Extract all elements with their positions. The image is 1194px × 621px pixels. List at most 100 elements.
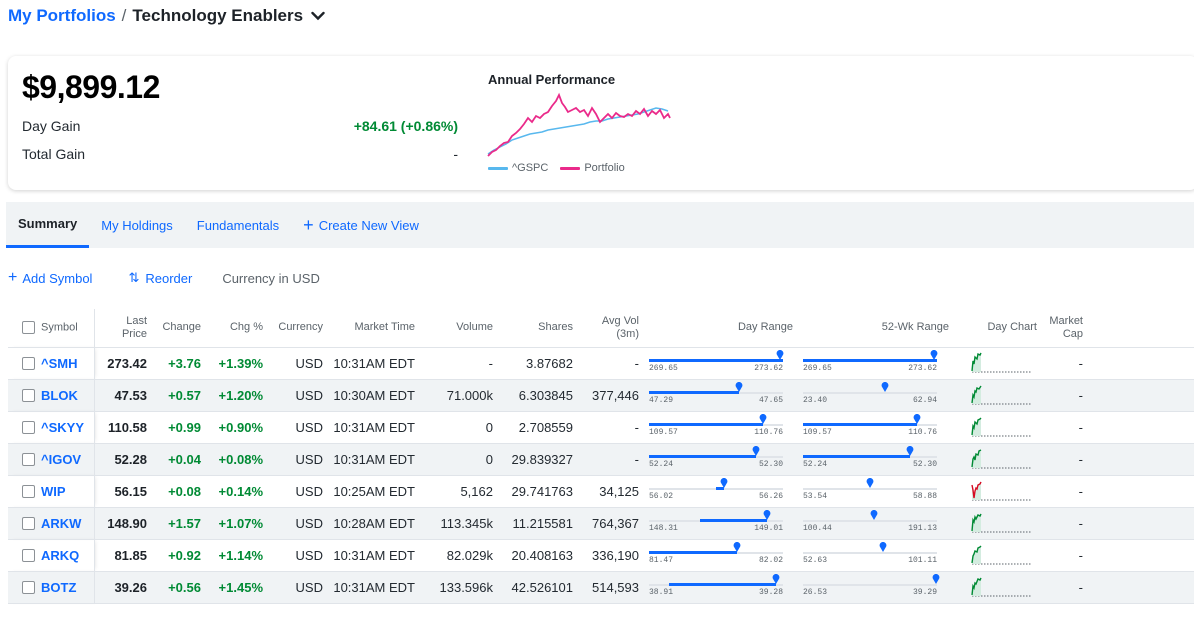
table-row[interactable]: WIP 56.15 +0.08 +0.14% USD 10:25AM EDT 5… [8,475,1194,508]
column-header-change[interactable]: Change [152,309,206,348]
tab-summary[interactable]: Summary [6,202,90,248]
day-sparkline[interactable] [969,575,1033,599]
row-checkbox[interactable] [22,549,35,563]
day-sparkline[interactable] [969,383,1033,407]
ticker-link[interactable]: ^IGOV [41,452,81,467]
table-row[interactable]: ARKQ 81.85 +0.92 +1.14% USD 10:31AM EDT … [8,539,1194,572]
day-chart-cell [954,507,1042,540]
column-header-market-cap[interactable]: Market Cap [1042,309,1088,348]
row-checkbox[interactable] [22,357,35,371]
currency: USD [268,379,328,412]
range-high: 110.76 [908,428,937,437]
table-row[interactable]: BOTZ 39.26 +0.56 +1.45% USD 10:31AM EDT … [8,571,1194,604]
ticker-link[interactable]: BOTZ [41,580,76,595]
legend-swatch-gspc [488,166,508,170]
breadcrumb-my-portfolios-link[interactable]: My Portfolios [8,6,116,26]
total-gain-value: - [453,146,458,162]
range-track [803,552,937,554]
day-sparkline[interactable] [969,479,1033,503]
column-header-volume[interactable]: Volume [420,309,498,348]
table-row[interactable]: ARKW 148.90 +1.57 +1.07% USD 10:28AM EDT… [8,507,1194,540]
percent-change: +0.14% [206,475,268,508]
range-high: 273.62 [908,364,937,373]
breadcrumb: My Portfolios / Technology Enablers [8,5,325,27]
annual-performance-title: Annual Performance [488,72,616,87]
day-range-cell: 47.29 47.65 [644,379,798,412]
day-sparkline[interactable] [969,351,1033,375]
range-fill [649,423,763,426]
column-header-avg-vol[interactable]: Avg Vol (3m) [578,309,644,348]
select-all-checkbox[interactable] [22,321,35,335]
day-chart-cell [954,347,1042,380]
range-low: 56.02 [649,492,674,501]
add-symbol-label: Add Symbol [22,270,93,286]
ticker-link[interactable]: ^SMH [41,356,77,371]
row-checkbox[interactable] [22,517,35,531]
range-low: 38.91 [649,588,674,597]
column-header-day-chart[interactable]: Day Chart [954,309,1042,348]
table-header-row: Symbol Last Price Change Chg % Currency … [8,309,1194,348]
ticker-link[interactable]: WIP [41,484,66,499]
range-marker-icon [763,510,771,520]
wk52-range-cell: 52.24 52.30 [798,443,954,476]
column-header-shares[interactable]: Shares [498,309,578,348]
portfolio-total-value: $9,899.12 [22,69,160,105]
add-symbol-button[interactable]: + Add Symbol [8,269,92,287]
table-actions: + Add Symbol ⇅ Reorder Currency in USD [8,268,320,288]
column-header-symbol[interactable]: Symbol [8,309,95,348]
view-tabs: Summary My Holdings Fundamentals + Creat… [6,202,1194,248]
column-header-currency[interactable]: Currency [268,309,328,348]
shares: 29.839327 [498,443,578,476]
wk52-range-bar: 53.54 58.88 [803,478,937,504]
range-marker-icon [913,414,921,424]
volume: 71.000k [420,379,498,412]
price-change: +0.04 [152,443,206,476]
range-low: 52.24 [649,460,674,469]
column-header-day-range[interactable]: Day Range [644,309,798,348]
column-header-chg-pct[interactable]: Chg % [206,309,268,348]
tab-my-holdings[interactable]: My Holdings [89,202,185,248]
row-checkbox[interactable] [22,581,35,595]
legend-label-gspc: ^GSPC [512,162,549,174]
portfolio-name[interactable]: Technology Enablers [132,6,303,26]
ticker-link[interactable]: ^SKYY [41,420,84,435]
day-sparkline[interactable] [969,511,1033,535]
table-row[interactable]: BLOK 47.53 +0.57 +1.20% USD 10:30AM EDT … [8,379,1194,412]
symbol-cell: ^SMH [8,347,95,380]
row-checkbox[interactable] [22,421,35,435]
currency: USD [268,347,328,380]
range-high: 39.29 [912,588,937,597]
day-sparkline[interactable] [969,415,1033,439]
row-checkbox[interactable] [22,453,35,467]
ticker-link[interactable]: BLOK [41,388,78,403]
reorder-button[interactable]: ⇅ Reorder [128,270,192,286]
range-marker-icon [880,542,887,552]
reorder-label: Reorder [145,270,193,286]
column-header-market-time[interactable]: Market Time [328,309,420,348]
table-row[interactable]: ^SMH 273.42 +3.76 +1.39% USD 10:31AM EDT… [8,347,1194,380]
last-price: 110.58 [94,411,152,444]
row-spacer [1088,443,1194,476]
column-header-last-price[interactable]: Last Price [94,309,152,348]
range-fill [649,455,757,458]
row-checkbox[interactable] [22,389,35,403]
chevron-down-icon[interactable] [311,11,325,21]
tab-fundamentals[interactable]: Fundamentals [185,202,291,248]
row-checkbox[interactable] [22,485,35,499]
legend-item-portfolio: Portfolio [560,162,625,174]
ticker-link[interactable]: ARKQ [41,548,79,563]
column-header-52wk-range[interactable]: 52-Wk Range [798,309,954,348]
day-sparkline[interactable] [969,543,1033,567]
tab-create-new-view[interactable]: + Create New View [291,202,431,248]
sort-arrows-icon: ⇅ [128,270,140,285]
ticker-link[interactable]: ARKW [41,516,81,531]
row-spacer [1088,571,1194,604]
range-marker-icon [866,478,874,488]
table-row[interactable]: ^SKYY 110.58 +0.99 +0.90% USD 10:31AM ED… [8,411,1194,444]
market-time: 10:31AM EDT [328,539,420,572]
day-sparkline[interactable] [969,447,1033,471]
table-row[interactable]: ^IGOV 52.28 +0.04 +0.08% USD 10:31AM EDT… [8,443,1194,476]
range-high: 62.94 [912,396,937,405]
percent-change: +1.45% [206,571,268,604]
day-chart-cell [954,475,1042,508]
